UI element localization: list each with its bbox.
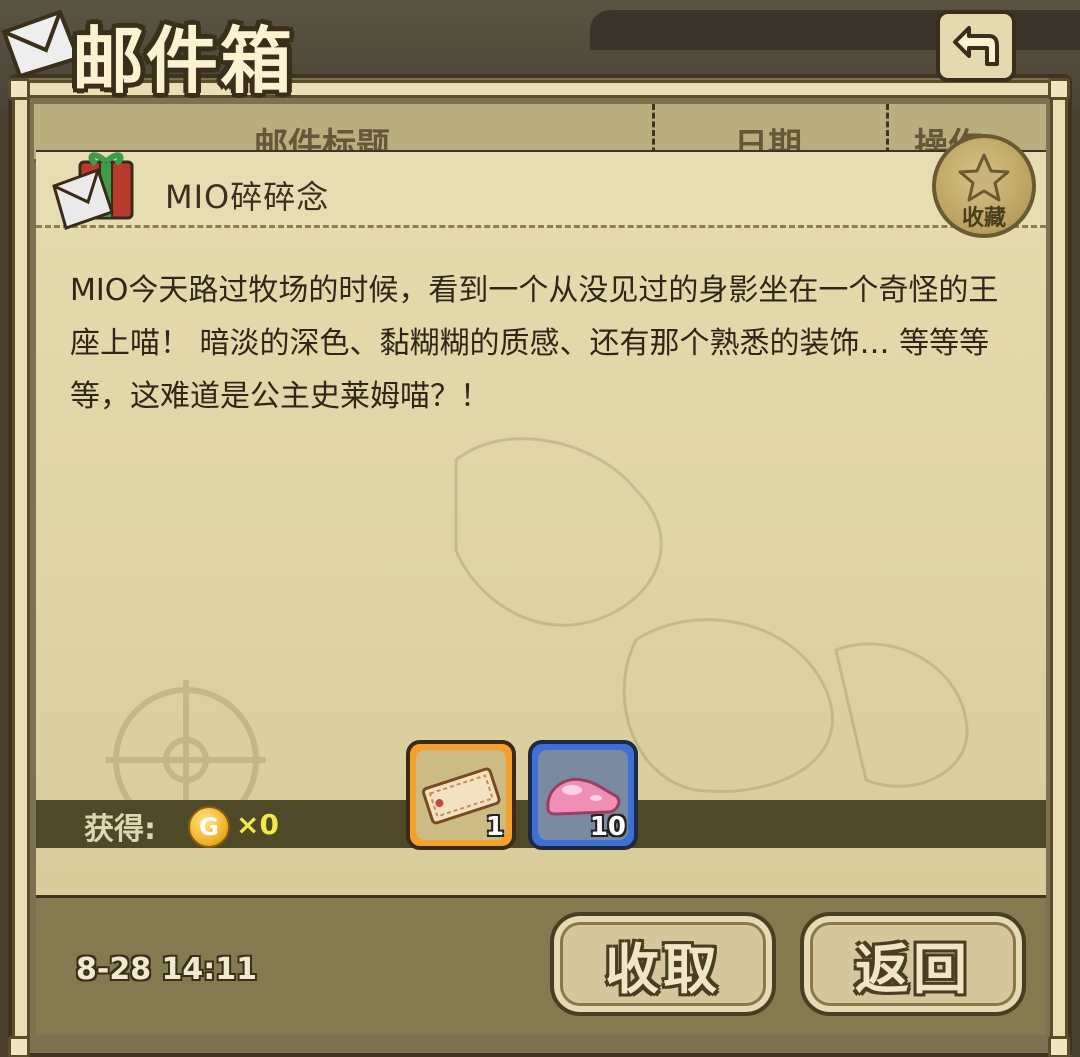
reward-item-pink-slime[interactable]: 10 <box>528 740 638 850</box>
left-frame-bar <box>12 90 30 1050</box>
favorite-label: 收藏 <box>961 206 1006 231</box>
return-arrow-icon <box>953 26 999 66</box>
item-count: 1 <box>485 812 504 842</box>
collect-button[interactable]: 收取 <box>550 912 776 1016</box>
back-button[interactable]: 返回 <box>800 912 1026 1016</box>
reward-item-ticket[interactable]: 1 <box>406 740 516 850</box>
frame-rivet <box>8 78 30 100</box>
mail-date: 8-28 14:11 <box>76 952 258 987</box>
mail-title: MIO碎碎念 <box>165 178 330 216</box>
page-title: 邮件箱 <box>72 19 295 103</box>
reward-label: 获得: <box>84 812 156 847</box>
return-button[interactable] <box>936 10 1016 82</box>
item-count: 10 <box>589 812 626 842</box>
mail-body-text: MIO今天路过牧场的时候，看到一个从没见过的身影坐在一个奇怪的王座上喵！ 暗淡的… <box>70 273 999 414</box>
frame-rivet <box>8 1036 30 1057</box>
frame-rivet <box>1048 78 1070 100</box>
frame-rivet <box>1048 1036 1070 1057</box>
coin-count: ×0 <box>236 808 279 841</box>
gift-envelope-icon <box>52 152 134 230</box>
right-frame-bar <box>1050 90 1068 1050</box>
favorite-button[interactable]: 收藏 <box>932 134 1036 238</box>
envelope-icon <box>1 9 81 78</box>
gold-coin-icon: G <box>188 806 230 848</box>
